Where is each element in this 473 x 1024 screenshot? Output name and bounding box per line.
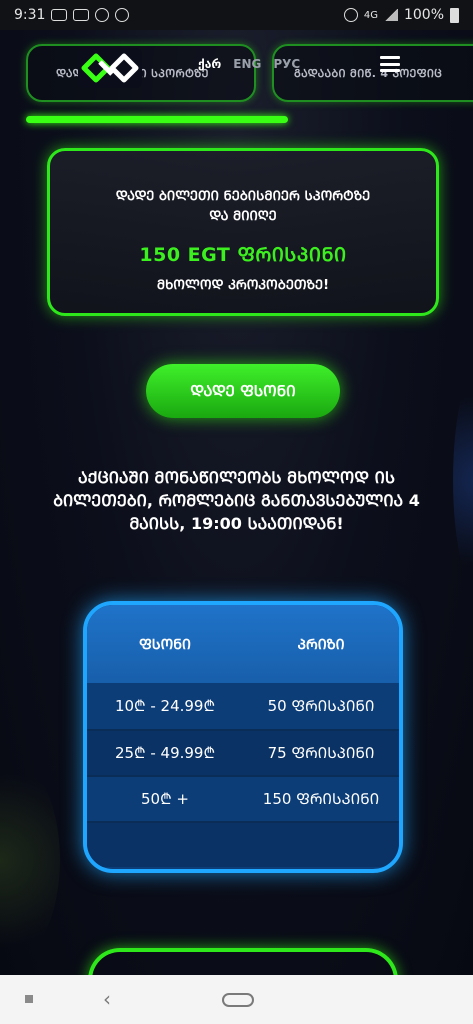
lang-ru[interactable]: РУС [273, 57, 300, 71]
place-bet-button[interactable]: ᲓᲐᲓᲔ ᲤᲡᲝᲜᲘ [146, 364, 340, 418]
home-icon[interactable] [222, 993, 254, 1007]
promo-subtitle: ᲛᲮᲝᲚᲝᲓ ᲙᲠᲝᲙᲝᲑᲔᲗᲖᲔ! [156, 278, 330, 293]
cell-stake: 10₾ - 24.99₾ [114, 697, 216, 715]
rates-table: ᲤᲡᲝᲜᲘ ᲞᲠᲘᲖᲘ 10₾ - 24.99₾ 50 ᲤᲠᲘᲡᲞᲘᲜᲘ 25₾… [83, 601, 403, 873]
promo-amount: 150 EGT ᲤᲠᲘᲡᲞᲘᲜᲘ [139, 244, 347, 266]
decor-glow-right [453, 360, 473, 600]
cell-prize: 75 ᲤᲠᲘᲡᲞᲘᲜᲘ [267, 744, 375, 762]
cell-prize: 150 ᲤᲠᲘᲡᲞᲘᲜᲘ [262, 790, 380, 808]
telegram-icon [73, 9, 90, 21]
lang-ka[interactable]: ქარ [198, 57, 221, 71]
status-time: 9:31 [14, 7, 46, 23]
hotspot-icon [343, 8, 358, 22]
cell-stake: 50₾ + [141, 790, 189, 808]
table-row: 50₾ + 150 ᲤᲠᲘᲡᲞᲘᲜᲘ [87, 775, 399, 821]
battery-percent: 100% [403, 7, 444, 23]
hamburger-menu-icon[interactable] [380, 56, 400, 72]
header: ᲓᲐᲓᲔ ᲑᲘᲚᲘᲗᲘ ᲡᲞᲝᲠᲢᲖᲔ ᲒᲐᲓᲐᲐᲑᲘ ᲛᲘᲬ. 4 ᲙᲝᲔᲤᲘ… [0, 30, 473, 110]
table-row: 10₾ - 24.99₾ 50 ᲤᲠᲘᲡᲞᲘᲜᲘ [87, 683, 399, 729]
brand-logo-icon[interactable] [78, 48, 142, 88]
column-header-prize: ᲞᲠᲘᲖᲘ [297, 636, 345, 653]
battery-icon [450, 7, 459, 23]
page: ᲓᲐᲓᲔ ᲑᲘᲚᲘᲗᲘ ᲡᲞᲝᲠᲢᲖᲔ ᲒᲐᲓᲐᲐᲑᲘ ᲛᲘᲬ. 4 ᲙᲝᲔᲤᲘ… [0, 30, 473, 975]
lang-en[interactable]: ENG [233, 57, 261, 71]
promo-notice: ᲐᲥᲪᲘᲐᲨᲘ ᲛᲝᲜᲐᲬᲘᲚᲔᲝᲑᲡ ᲛᲮᲝᲚᲝᲓ ᲘᲡ ᲑᲘᲚᲔᲗᲔᲑᲘ, … [53, 468, 420, 533]
cell-stake: 25₾ - 49.99₾ [114, 744, 216, 762]
cell-prize: 50 ᲤᲠᲘᲡᲞᲘᲜᲘ [267, 697, 375, 715]
active-tab-indicator [26, 116, 288, 123]
promo-tab-2[interactable]: ᲒᲐᲓᲐᲐᲑᲘ ᲛᲘᲬ. 4 ᲙᲝᲔᲤᲘᲪ [272, 44, 473, 102]
youtube-icon [51, 9, 68, 21]
notification-badge-icon [95, 8, 110, 22]
accessibility-icon [115, 8, 130, 22]
rates-header-row: ᲤᲡᲝᲜᲘ ᲞᲠᲘᲖᲘ [87, 605, 399, 683]
table-row: 25₾ - 49.99₾ 75 ᲤᲠᲘᲡᲞᲘᲜᲘ [87, 729, 399, 775]
promo-tab-label: ᲒᲐᲓᲐᲐᲑᲘ ᲛᲘᲬ. 4 ᲙᲝᲔᲤᲘᲪ [294, 66, 443, 80]
recent-apps-icon[interactable] [25, 995, 33, 1003]
back-icon[interactable]: ‹ [103, 989, 111, 1009]
signal-icon [383, 9, 398, 21]
status-left: 9:31 [14, 7, 130, 23]
network-type: 4G [363, 9, 378, 21]
promo-box: ᲓᲐᲓᲔ ᲑᲘᲚᲔᲗᲘ ᲜᲔᲑᲘᲡᲛᲘᲔᲠ ᲡᲞᲝᲠᲢᲖᲔ ᲓᲐ ᲛᲘᲘᲦᲔ 1… [47, 148, 439, 316]
table-row [87, 821, 399, 867]
language-switcher: ქარ ENG РУС [198, 57, 300, 71]
promo-line-2: ᲓᲐ ᲛᲘᲘᲦᲔ [209, 209, 277, 224]
promo-line-1: ᲓᲐᲓᲔ ᲑᲘᲚᲔᲗᲘ ᲜᲔᲑᲘᲡᲛᲘᲔᲠ ᲡᲞᲝᲠᲢᲖᲔ [115, 189, 371, 204]
next-section-button[interactable] [88, 948, 398, 975]
status-right: 4G 100% [343, 7, 459, 23]
column-header-stake: ᲤᲡᲝᲜᲘ [139, 636, 191, 653]
android-nav-bar: ‹ [0, 975, 473, 1024]
decor-glow-left [0, 750, 60, 970]
status-bar: 9:31 4G 100% [0, 0, 473, 30]
